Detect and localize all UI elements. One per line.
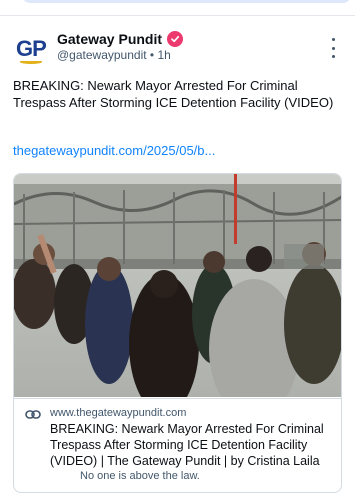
link-icon bbox=[25, 410, 41, 419]
handle-row: @gatewaypundit • 1h bbox=[57, 48, 171, 62]
link-preview-card[interactable]: www.thegatewaypundit.com BREAKING: Newar… bbox=[13, 173, 342, 493]
author-handle[interactable]: @gatewaypundit bbox=[57, 48, 147, 62]
meta-separator: • bbox=[149, 48, 155, 62]
previous-post-edge bbox=[0, 0, 355, 14]
card-title: BREAKING: Newark Mayor Arrested For Crim… bbox=[50, 422, 324, 468]
post-text: BREAKING: Newark Mayor Arrested For Crim… bbox=[13, 78, 334, 110]
more-options-icon[interactable] bbox=[325, 38, 341, 58]
author-row: Gateway Pundit bbox=[57, 31, 184, 47]
feed-post[interactable]: GP Gateway Pundit @gatewaypundit • 1h BR… bbox=[0, 16, 355, 500]
card-domain: www.thegatewaypundit.com bbox=[50, 407, 187, 419]
avatar[interactable]: GP bbox=[14, 32, 48, 66]
card-description: No one is above the law. bbox=[80, 470, 200, 482]
avatar-logo-text: GP bbox=[16, 36, 47, 61]
post-time[interactable]: 1h bbox=[157, 48, 170, 62]
author-name[interactable]: Gateway Pundit bbox=[57, 31, 162, 47]
verified-badge-icon[interactable] bbox=[167, 31, 184, 47]
card-meta[interactable]: www.thegatewaypundit.com BREAKING: Newar… bbox=[14, 398, 341, 492]
post-link[interactable]: thegatewaypundit.com/2025/05/b... bbox=[13, 143, 215, 158]
avatar-swoosh bbox=[20, 60, 42, 64]
card-image[interactable] bbox=[14, 174, 341, 419]
